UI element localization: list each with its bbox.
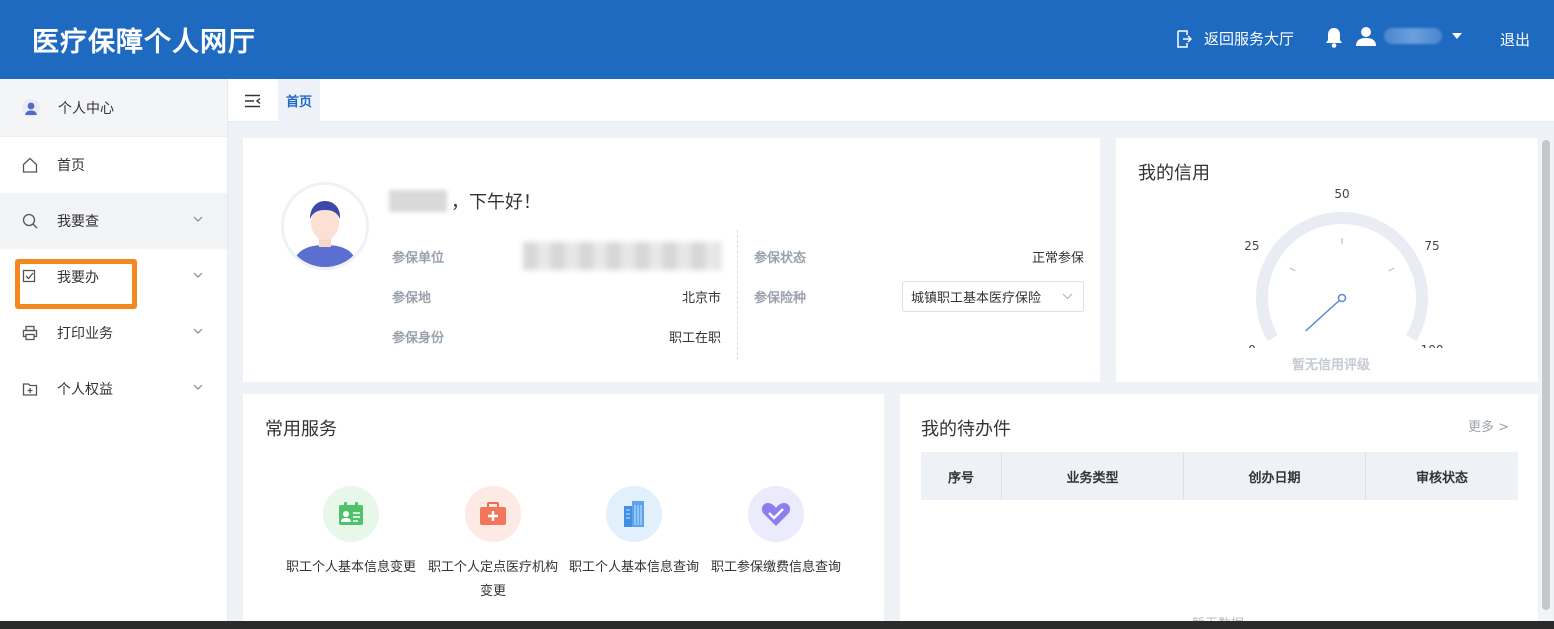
service-label: 职工个人基本信息查询 xyxy=(568,560,699,575)
gauge-tick-label: 100 xyxy=(1421,343,1444,348)
identity-value: 职工在职 xyxy=(668,331,721,346)
tab-bar: 首页 xyxy=(228,79,1554,122)
column-header[interactable]: 创办日期 xyxy=(1184,452,1366,500)
user-name-blurred xyxy=(389,190,447,212)
id-card-icon xyxy=(339,502,363,525)
return-service-hall-button[interactable]: 返回服务大厅 xyxy=(1176,28,1294,49)
sidebar-item-label: 个人权益 xyxy=(57,382,113,398)
gauge-arc xyxy=(1256,212,1428,341)
info-divider xyxy=(737,230,738,360)
tab-home[interactable]: 首页 xyxy=(278,79,320,122)
page-scrollbar[interactable] xyxy=(1540,138,1552,621)
chevron-down-icon xyxy=(193,272,203,278)
insured-info-card: ，下午好！ 参保单位 参保地 北京市 参保身份 职工在职 参保状态 正常参保 参… xyxy=(243,138,1100,382)
chevron-down-icon xyxy=(193,384,203,390)
gauge-tick-label: 75 xyxy=(1424,239,1439,253)
service-icon-bg xyxy=(606,486,662,542)
greeting: ，下午好！ xyxy=(389,188,541,214)
sidebar: 个人中心 首页 我要查 我要办 打印业务 个人权益 xyxy=(0,79,228,621)
services-title: 常用服务 xyxy=(265,419,337,440)
sidebar-item-rights[interactable]: 个人权益 xyxy=(0,361,227,417)
column-header[interactable]: 序号 xyxy=(921,452,1002,500)
building-icon xyxy=(624,501,644,527)
user-avatar xyxy=(281,182,369,270)
chevron-down-icon xyxy=(1062,293,1073,300)
gauge-needle-hub xyxy=(1337,293,1347,303)
service-label: 职工参保缴费信息查询 xyxy=(710,560,841,575)
insurance-type-select[interactable]: 城镇职工基本医疗保险 xyxy=(902,281,1084,312)
unit-value-blurred xyxy=(523,242,721,270)
gauge-tick xyxy=(1289,267,1296,272)
sidebar-profile[interactable]: 个人中心 xyxy=(0,79,227,137)
sidebar-item-query[interactable]: 我要查 xyxy=(0,193,227,249)
notification-bell-icon[interactable] xyxy=(1324,26,1344,52)
sidebar-item-print[interactable]: 打印业务 xyxy=(0,305,227,361)
common-services-card: 常用服务 职工个人基本信息变更 职工个人定点医疗机构变更 职工个人基本信息查询 … xyxy=(243,394,884,621)
user-menu[interactable] xyxy=(1356,26,1462,46)
caret-down-icon xyxy=(1452,33,1462,39)
service-label: 职工个人定点医疗机构变更 xyxy=(427,560,558,599)
credit-gauge: 0 25 50 75 100 xyxy=(1244,187,1444,348)
scrollbar-thumb[interactable] xyxy=(1542,140,1550,610)
medical-kit-icon xyxy=(480,502,506,525)
service-item-payment-info-query[interactable]: 职工参保缴费信息查询 xyxy=(710,486,842,580)
sidebar-item-label: 我要查 xyxy=(57,214,99,230)
service-item-designated-hospital-change[interactable]: 职工个人定点医疗机构变更 xyxy=(427,486,559,604)
person-avatar-icon xyxy=(292,201,358,267)
user-name-blurred xyxy=(1384,28,1442,44)
heart-bandage-icon xyxy=(761,503,791,526)
user-icon xyxy=(1356,27,1376,46)
sidebar-item-label: 首页 xyxy=(57,158,85,174)
status-value: 正常参保 xyxy=(1031,251,1084,266)
place-value: 北京市 xyxy=(681,291,721,306)
todo-title: 我的待办件 xyxy=(921,419,1011,440)
greeting-text: ，下午好！ xyxy=(451,192,541,213)
identity-label: 参保身份 xyxy=(392,331,445,346)
gauge-needle xyxy=(1305,297,1343,332)
brand-title: 医疗保障个人网厅 xyxy=(32,27,256,58)
service-label: 职工个人基本信息变更 xyxy=(285,560,416,575)
unit-label: 参保单位 xyxy=(392,251,445,266)
my-todo-card: 我的待办件 更多 > 序号 业务类型 创办日期 审核状态 暂无数据 xyxy=(900,394,1538,629)
todo-table-header: 序号 业务类型 创办日期 审核状态 xyxy=(921,452,1518,500)
gauge-tick-label: 0 xyxy=(1248,343,1256,348)
bottom-edge-bar xyxy=(0,621,1554,629)
sidebar-item-label: 打印业务 xyxy=(57,326,113,342)
column-header[interactable]: 审核状态 xyxy=(1366,452,1518,500)
chevron-down-icon xyxy=(193,216,203,222)
more-link[interactable]: 更多 > xyxy=(1468,416,1509,435)
credit-card: 我的信用 0255075100 暂无信用评级 xyxy=(1116,138,1538,382)
search-icon xyxy=(22,213,38,229)
top-header: 医疗保障个人网厅 返回服务大厅 退出 xyxy=(0,0,1554,79)
insurance-type-label: 参保险种 xyxy=(754,291,807,306)
service-icon-bg xyxy=(323,486,379,542)
gauge-tick-label: 50 xyxy=(1334,187,1349,201)
sidebar-item-home[interactable]: 首页 xyxy=(0,137,227,193)
insurance-type-value: 城镇职工基本医疗保险 xyxy=(911,291,1042,306)
service-item-basic-info-query[interactable]: 职工个人基本信息查询 xyxy=(568,486,700,580)
folder-plus-icon xyxy=(22,381,38,397)
column-header[interactable]: 业务类型 xyxy=(1002,452,1184,500)
profile-avatar-icon xyxy=(22,98,40,117)
app-root: 医疗保障个人网厅 返回服务大厅 退出 个人中心 首页 我要查 我要办 打印业务 … xyxy=(0,0,1554,629)
sidebar-profile-label: 个人中心 xyxy=(58,100,114,117)
home-icon xyxy=(22,157,38,173)
service-item-basic-info-change[interactable]: 职工个人基本信息变更 xyxy=(285,486,417,580)
exit-door-icon xyxy=(1177,29,1192,48)
chevron-down-icon xyxy=(193,328,203,334)
place-label: 参保地 xyxy=(392,291,432,306)
logout-button[interactable]: 退出 xyxy=(1500,29,1530,50)
sidebar-item-handle[interactable]: 我要办 xyxy=(0,249,227,305)
gauge-tick-label: 25 xyxy=(1244,239,1259,253)
checkbox-icon xyxy=(22,269,38,285)
gauge-tick xyxy=(1388,267,1395,272)
service-icon-bg xyxy=(465,486,521,542)
printer-icon xyxy=(22,325,38,341)
menu-collapse-icon[interactable] xyxy=(244,93,261,112)
no-rating-text: 暂无信用评级 xyxy=(1292,358,1371,373)
service-icon-bg xyxy=(748,486,804,542)
status-label: 参保状态 xyxy=(754,251,807,266)
sidebar-item-label: 我要办 xyxy=(57,270,99,286)
return-service-hall-label: 返回服务大厅 xyxy=(1204,30,1295,48)
